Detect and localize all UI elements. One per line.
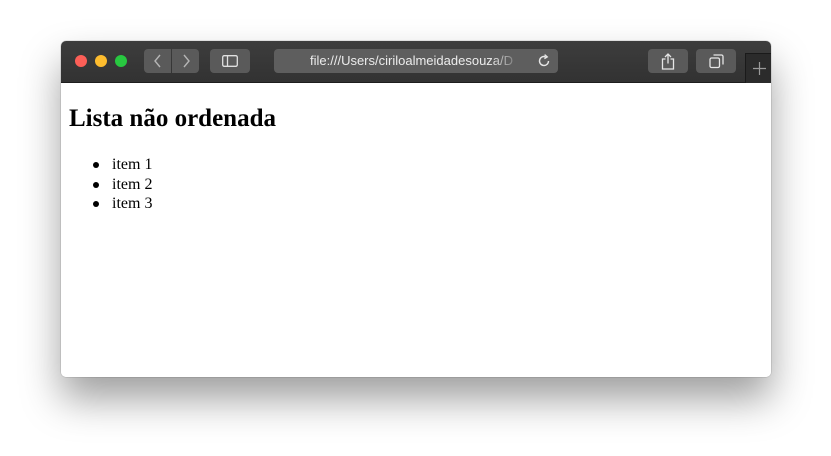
bullet-icon [93, 181, 99, 188]
list-item: item 2 [93, 175, 153, 195]
share-button[interactable] [648, 49, 688, 73]
chevron-right-icon [181, 54, 191, 68]
list-item-text: item 1 [112, 156, 153, 173]
url-text: file:///Users/ciriloalmeidadesouza/D [310, 53, 514, 68]
bullet-icon [93, 201, 99, 207]
bullet-icon [93, 162, 99, 168]
sidebar-toggle-button[interactable] [210, 49, 250, 73]
browser-window: file:///Users/ciriloalmeidadesouza/D Lis… [61, 41, 771, 377]
sidebar-icon [222, 55, 238, 67]
list-item: item 3 [93, 194, 153, 214]
plus-icon [752, 62, 766, 75]
reload-icon[interactable] [536, 53, 552, 69]
back-button[interactable] [144, 49, 171, 73]
page-heading: Lista não ordenada [69, 105, 276, 132]
list-item: item 1 [93, 155, 153, 175]
maximize-window-button[interactable] [115, 55, 127, 67]
list-item-text: item 2 [112, 175, 153, 193]
close-window-button[interactable] [75, 55, 87, 67]
tabs-overview-icon [708, 53, 724, 69]
minimize-window-button[interactable] [95, 55, 107, 67]
list-item-text: item 3 [112, 195, 153, 212]
forward-button[interactable] [172, 49, 199, 73]
chevron-left-icon [153, 54, 163, 68]
page-content: Lista não ordenada item 1 item 2 item 3 [61, 83, 771, 377]
browser-toolbar: file:///Users/ciriloalmeidadesouza/D [61, 41, 771, 83]
share-icon [661, 52, 675, 70]
unordered-list: item 1 item 2 item 3 [93, 155, 153, 214]
new-tab-button[interactable] [745, 53, 771, 83]
tabs-overview-button[interactable] [696, 49, 736, 73]
address-bar[interactable]: file:///Users/ciriloalmeidadesouza/D [274, 49, 558, 73]
